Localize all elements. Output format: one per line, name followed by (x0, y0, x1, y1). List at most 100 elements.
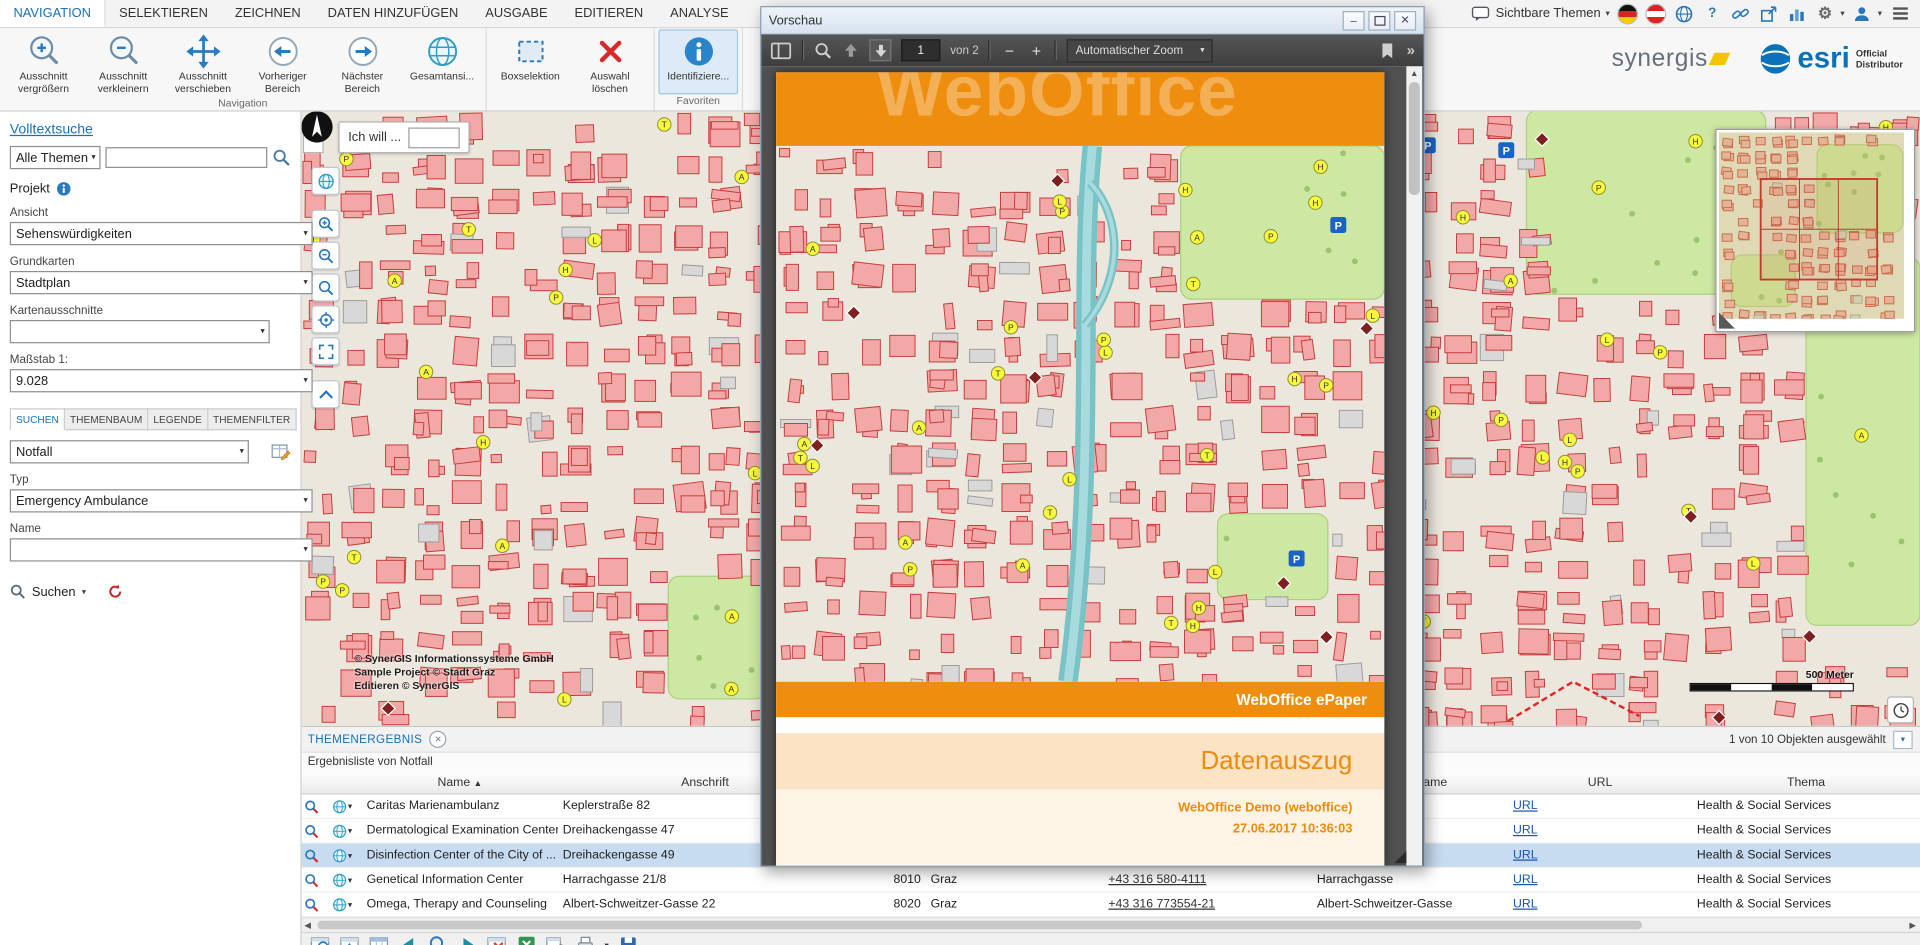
ansicht-select[interactable]: Sehenswürdigkeiten▾ (10, 222, 313, 245)
typ-select[interactable]: Emergency Ambulance▾ (10, 489, 313, 512)
url-link[interactable]: URL (1513, 824, 1538, 837)
center-target-button[interactable] (311, 305, 339, 333)
pdf-scrollbar[interactable]: ▲ (1406, 66, 1422, 865)
settings-button[interactable]: ⚙ ▾ (1815, 3, 1845, 24)
tab-selektieren[interactable]: SELEKTIEREN (106, 0, 222, 27)
collapse-up-button[interactable] (311, 380, 339, 408)
zoom-to-object-icon[interactable] (300, 799, 322, 814)
table-row[interactable]: ▾ Omega, Therapy and CounselingAlbert-Sc… (300, 893, 1920, 918)
chart-icon[interactable] (1786, 3, 1807, 24)
overview-globe-button[interactable] (311, 167, 339, 195)
chevron-down-icon[interactable]: ▾ (604, 940, 608, 945)
ich-will-input[interactable] (409, 127, 460, 148)
kartenausschnitte-select[interactable]: ▾ (10, 320, 270, 343)
massstab-select[interactable]: 9.028▾ (10, 369, 313, 392)
tab-editieren[interactable]: EDITIEREN (561, 0, 657, 27)
map-zoom-button[interactable] (311, 273, 339, 301)
tab-suchen[interactable]: SUCHEN (10, 408, 65, 430)
help-icon[interactable]: ? (1702, 3, 1723, 24)
full-extent-button[interactable]: Gesamtansi... (402, 29, 482, 96)
tab-ausgabe[interactable]: AUSGABE (472, 0, 561, 27)
object-menu-button[interactable]: ▾ (322, 872, 361, 887)
full-screen-button[interactable] (311, 337, 339, 365)
zoom-out-button[interactable]: Ausschnitt verkleinern (83, 29, 163, 96)
search-theme-select[interactable]: Notfall▾ (10, 440, 249, 463)
tab-navigation[interactable]: NAVIGATION (0, 0, 106, 27)
language-flag-de[interactable] (1617, 3, 1638, 24)
table-settings-icon[interactable] (546, 934, 567, 945)
delete-rows-icon[interactable] (487, 934, 508, 945)
scroll-thumb[interactable] (1409, 82, 1420, 195)
scroll-right-icon[interactable]: ▶ (1905, 920, 1920, 930)
tab-zeichnen[interactable]: ZEICHNEN (221, 0, 314, 27)
zoom-out-minus-icon[interactable]: − (1001, 41, 1018, 59)
column-header-name[interactable]: Name ▲ (362, 776, 558, 789)
tab-daten-hinzufuegen[interactable]: DATEN HINZUFÜGEN (314, 0, 472, 27)
vorschau-title-bar[interactable]: Vorschau – ✕ (761, 7, 1423, 34)
window-resize-handle[interactable] (1394, 851, 1406, 863)
select-table-icon[interactable] (340, 934, 361, 945)
search-icon[interactable] (272, 148, 290, 166)
menu-icon[interactable] (1889, 3, 1910, 24)
export-excel-icon[interactable] (516, 934, 537, 945)
url-link[interactable]: URL (1513, 848, 1538, 861)
overview-map[interactable] (1715, 129, 1915, 333)
page-up-icon[interactable] (842, 42, 859, 59)
share-icon[interactable] (1758, 3, 1779, 24)
page-number-input[interactable] (901, 39, 940, 61)
url-link[interactable]: URL (1513, 873, 1538, 886)
info-icon[interactable] (56, 181, 71, 196)
scroll-up-icon[interactable]: ▲ (1410, 66, 1419, 81)
tab-legende[interactable]: LEGENDE (148, 408, 208, 430)
name-select[interactable]: ▾ (10, 538, 313, 561)
magnifier-icon[interactable] (428, 934, 449, 945)
globe-icon[interactable] (1674, 3, 1695, 24)
minimize-button[interactable]: – (1343, 10, 1365, 30)
grundkarten-select[interactable]: Stadtplan▾ (10, 271, 313, 294)
visible-themes-button[interactable]: Sichtbare Themen ▾ (1470, 3, 1610, 24)
close-button[interactable]: ✕ (1394, 10, 1416, 30)
identify-button[interactable]: Identifiziere... (658, 29, 738, 94)
suchen-button[interactable]: Suchen (32, 584, 76, 599)
column-header-thema[interactable]: Thema (1692, 776, 1920, 789)
pan-button[interactable]: Ausschnitt verschieben (163, 29, 243, 96)
restore-button[interactable] (1368, 10, 1390, 30)
scroll-left-icon[interactable]: ◀ (300, 920, 315, 930)
user-button[interactable]: ▾ (1852, 3, 1882, 24)
print-icon[interactable] (575, 934, 596, 945)
previous-record-icon[interactable] (398, 934, 419, 945)
map-zoom-in-button[interactable] (311, 210, 339, 238)
sidebar-toggle-icon[interactable] (770, 40, 792, 61)
tab-themenbaum[interactable]: THEMENBAUM (65, 408, 148, 430)
scroll-thumb[interactable] (318, 921, 1642, 930)
fulltext-search-title[interactable]: Volltextsuche (10, 123, 291, 138)
fulltext-scope-select[interactable]: Alle Themen▾ (10, 146, 101, 169)
object-menu-button[interactable]: ▾ (322, 897, 361, 912)
panel-collapse-chevron[interactable]: ▾ (1893, 730, 1913, 748)
box-selection-button[interactable]: Boxselektion (490, 29, 570, 96)
next-extent-button[interactable]: Nächster Bereich (322, 29, 402, 96)
zoom-in-button[interactable]: Ausschnitt vergrößern (4, 29, 84, 96)
save-icon[interactable] (617, 934, 638, 945)
zoom-table-icon[interactable] (310, 934, 331, 945)
link-icon[interactable] (1730, 3, 1751, 24)
zoom-to-object-icon[interactable] (300, 823, 322, 838)
chevron-down-icon[interactable]: ▾ (82, 587, 86, 597)
reset-icon[interactable] (107, 584, 124, 600)
table-edit-icon[interactable] (271, 443, 291, 461)
clear-selection-button[interactable]: Auswahl löschen (570, 29, 650, 96)
themenergebnis-tab[interactable]: THEMENERGEBNIS (308, 733, 423, 746)
horizontal-scrollbar[interactable]: ◀ ▶ (300, 917, 1920, 932)
zoom-to-object-icon[interactable] (300, 897, 322, 912)
next-record-icon[interactable] (457, 934, 478, 945)
map-zoom-out-button[interactable] (311, 242, 339, 270)
bookmark-icon[interactable] (1380, 41, 1396, 59)
object-menu-button[interactable]: ▾ (322, 848, 361, 863)
zoom-to-object-icon[interactable] (300, 848, 322, 863)
object-menu-button[interactable]: ▾ (322, 823, 361, 838)
columns-icon[interactable] (369, 934, 390, 945)
language-flag-at[interactable] (1645, 3, 1666, 24)
previous-extent-button[interactable]: Vorheriger Bereich (243, 29, 323, 96)
page-down-icon[interactable] (869, 39, 891, 61)
pdf-search-icon[interactable] (814, 41, 832, 59)
